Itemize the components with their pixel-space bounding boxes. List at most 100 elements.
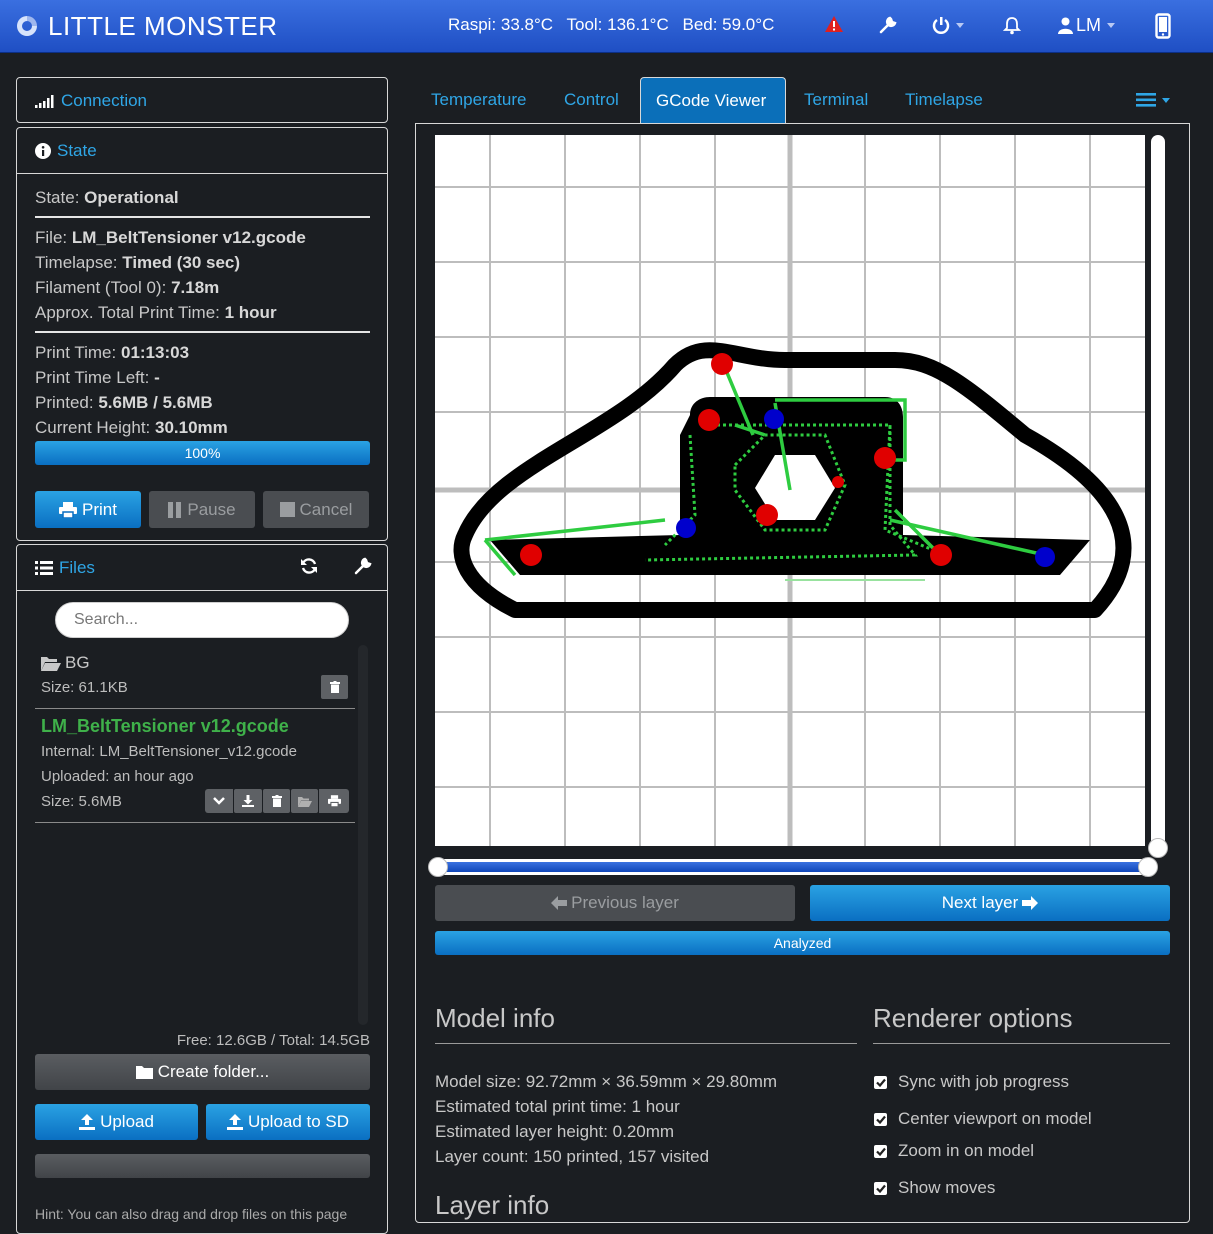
create-folder-button[interactable]: Create folder... [35, 1054, 370, 1090]
checkbox[interactable] [874, 1112, 887, 1126]
trash-icon [271, 795, 282, 807]
layer-slider-fill [440, 862, 1146, 872]
option-zoom-model[interactable]: Zoom in on model [874, 1141, 1034, 1161]
filament-line: Filament (Tool 0): 7.18m [35, 278, 220, 297]
expand-button[interactable] [205, 789, 233, 813]
divider [35, 822, 355, 823]
tab-timelapse[interactable]: Timelapse [905, 77, 983, 123]
printer-icon [327, 795, 341, 807]
checkbox[interactable] [874, 1181, 887, 1195]
folder-item[interactable]: BG [41, 653, 90, 673]
layer-count: Layer count: 150 printed, 157 visited [435, 1147, 710, 1166]
folder-icon [135, 1066, 153, 1079]
upload-sd-button[interactable]: Upload to SD [206, 1104, 370, 1140]
layer-command-slider[interactable] [1151, 135, 1165, 847]
power-menu[interactable] [932, 16, 964, 34]
mobile-icon[interactable] [1155, 13, 1171, 39]
chevron-down-icon [1107, 23, 1116, 28]
time-left-line: Print Time Left: - [35, 368, 160, 387]
connection-title: Connection [61, 90, 148, 110]
height-line: Current Height: 30.10mm [35, 418, 228, 437]
divider [35, 331, 370, 333]
user-icon [1058, 17, 1073, 34]
upload-icon [79, 1114, 96, 1130]
download-icon [242, 795, 254, 807]
model-size: Model size: 92.72mm × 36.59mm × 29.80mm [435, 1072, 778, 1091]
checkbox[interactable] [874, 1075, 887, 1089]
file-search-input[interactable] [55, 602, 349, 638]
print-time-line: Print Time: 01:13:03 [35, 343, 190, 362]
user-name: LM [1076, 15, 1102, 35]
load-file-button[interactable] [291, 789, 318, 813]
print-button[interactable]: Print [35, 491, 141, 528]
app-title: LITTLE MONSTER [48, 10, 278, 41]
option-show-moves[interactable]: Show moves [874, 1178, 995, 1198]
filament-value: 7.18m [171, 278, 220, 297]
user-menu[interactable]: LM [1058, 15, 1116, 36]
option-center-viewport[interactable]: Center viewport on model [874, 1109, 1092, 1129]
time-left-value: - [154, 368, 160, 387]
temperature-readout[interactable]: Raspi: 33.8°C Tool: 136.1°C Bed: 59.0°C [448, 15, 783, 35]
file-name[interactable]: LM_BeltTensioner v12.gcode [41, 716, 289, 737]
print-time-value: 01:13:03 [120, 343, 190, 362]
slider-handle[interactable] [1148, 838, 1168, 858]
tab-terminal[interactable]: Terminal [804, 77, 868, 123]
print-progress-bar: 100% [35, 441, 370, 465]
state-line: State: Operational [35, 188, 179, 207]
download-button[interactable] [234, 789, 262, 813]
option-sync-job[interactable]: Sync with job progress [874, 1072, 1069, 1092]
tab-gcode-viewer[interactable]: GCode Viewer [640, 77, 786, 123]
wrench-icon[interactable] [354, 557, 372, 580]
pause-button[interactable]: Pause [149, 491, 255, 528]
divider [35, 216, 370, 218]
file-size: Size: 5.6MB [41, 793, 122, 810]
file-list-scrollbar[interactable] [358, 645, 368, 1025]
brand[interactable]: LITTLE MONSTER [14, 10, 277, 42]
tab-control[interactable]: Control [564, 77, 619, 123]
bell-icon[interactable] [1003, 16, 1021, 35]
delete-file-button[interactable] [263, 789, 290, 813]
folder-size: Size: 61.1KB [41, 679, 128, 696]
wrench-icon[interactable] [879, 16, 897, 34]
refresh-icon[interactable] [300, 557, 318, 580]
files-header[interactable]: Files [17, 545, 387, 590]
pause-icon [168, 501, 182, 518]
progress-text: 100% [184, 445, 221, 461]
approx-time-value: 1 hour [224, 303, 277, 322]
upload-progress-bar [35, 1154, 370, 1178]
divider [435, 1043, 857, 1044]
tool-temp: Tool: 136.1°C [566, 15, 669, 34]
printed-value: 5.6MB / 5.6MB [98, 393, 213, 412]
connection-header[interactable]: Connection [17, 78, 387, 123]
file-internal: Internal: LM_BeltTensioner_v12.gcode [41, 743, 297, 760]
power-icon [932, 17, 950, 34]
folder-open-icon [41, 656, 61, 671]
raspi-temp: Raspi: 33.8°C [448, 15, 554, 34]
folder-name: BG [65, 653, 90, 672]
state-title: State [57, 140, 97, 160]
checkbox[interactable] [874, 1144, 887, 1158]
list-icon [35, 560, 53, 575]
signal-icon [35, 94, 55, 108]
print-file-button[interactable] [319, 789, 349, 813]
tab-overflow-menu[interactable] [1136, 93, 1170, 107]
cancel-button[interactable]: Cancel [263, 491, 369, 528]
gcode-canvas[interactable] [435, 135, 1145, 846]
state-header[interactable]: State [17, 128, 387, 173]
gcode-render [435, 135, 1145, 846]
next-layer-button[interactable]: Next layer [810, 885, 1170, 921]
previous-layer-button[interactable]: Previous layer [435, 885, 795, 921]
model-info-title: Model info [435, 1003, 555, 1033]
info-icon [35, 142, 51, 159]
warning-icon[interactable] [824, 15, 844, 33]
slider-handle-end[interactable] [1138, 857, 1158, 877]
chevron-down-icon [213, 797, 225, 805]
tab-temperature[interactable]: Temperature [431, 77, 526, 123]
analysis-progress-bar: Analyzed [435, 931, 1170, 955]
upload-button[interactable]: Upload [35, 1104, 198, 1140]
delete-folder-button[interactable] [321, 675, 348, 699]
est-layer-height: Estimated layer height: 0.20mm [435, 1122, 675, 1141]
printed-line: Printed: 5.6MB / 5.6MB [35, 393, 213, 412]
bed-temp: Bed: 59.0°C [682, 15, 775, 34]
slider-handle-start[interactable] [428, 857, 448, 877]
